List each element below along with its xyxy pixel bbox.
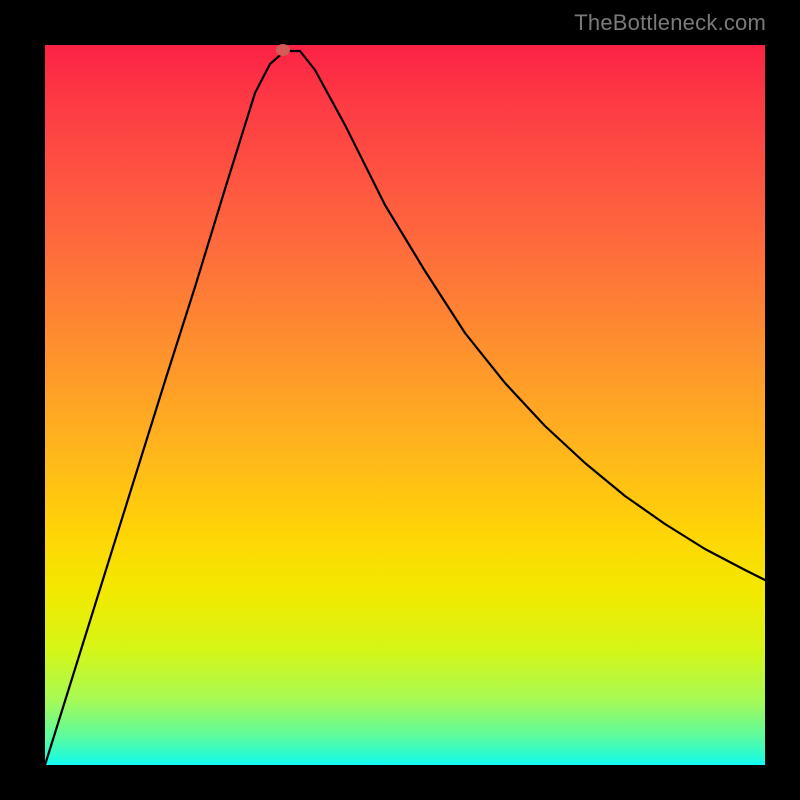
plot-area — [45, 45, 765, 765]
minimum-marker — [276, 44, 290, 56]
watermark-text: TheBottleneck.com — [574, 10, 766, 36]
chart-frame: TheBottleneck.com — [0, 0, 800, 800]
bottleneck-curve — [45, 45, 765, 765]
